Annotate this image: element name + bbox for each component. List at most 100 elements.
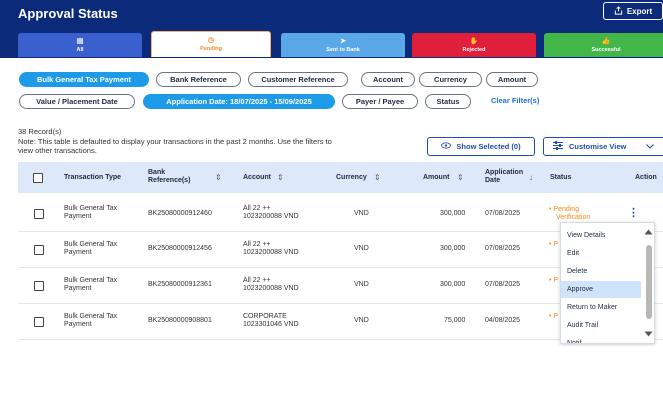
tab-successful[interactable]: 👍 Successful xyxy=(544,33,663,57)
row-checkbox[interactable] xyxy=(34,281,44,291)
filter-chip-customer-reference[interactable]: Customer Reference xyxy=(248,72,348,87)
cell-status: • P xyxy=(549,277,559,284)
export-button[interactable]: Export xyxy=(603,2,663,20)
tab-label: All xyxy=(76,46,84,53)
menu-item-edit[interactable]: Edit xyxy=(561,245,641,262)
cell-currency: VND xyxy=(354,281,369,288)
filter-chip-currency[interactable]: Currency xyxy=(419,72,482,87)
row-checkbox[interactable] xyxy=(34,245,44,255)
inbox-icon: ▤ xyxy=(76,37,84,45)
col-bank-reference[interactable]: Bank Reference(s) xyxy=(148,169,190,185)
tab-pending[interactable]: ◷ Pending xyxy=(151,31,271,57)
cell-transaction-type: Bulk General Tax Payment xyxy=(64,205,117,221)
filter-chip-application-date[interactable]: Application Date: 18/07/2025 - 15/09/202… xyxy=(143,94,335,109)
cell-amount: 75,000 xyxy=(444,317,466,324)
select-all-checkbox[interactable] xyxy=(33,173,43,183)
cell-currency: VND xyxy=(354,245,369,252)
menu-item-view-details[interactable]: View Details xyxy=(561,227,641,244)
col-label: Date xyxy=(485,177,501,184)
record-count: 38 Record(s) xyxy=(18,127,62,136)
cell-text: Payment xyxy=(64,285,92,292)
export-icon xyxy=(614,5,623,17)
table-note: Note: This table is defaulted to display… xyxy=(18,137,332,155)
row-checkbox[interactable] xyxy=(34,209,44,219)
menu-item-notifications[interactable]: Notif... xyxy=(561,335,641,343)
cell-text: 1023301046 VND xyxy=(243,321,299,328)
cell-text: 1023200088 VND xyxy=(243,213,299,220)
cell-account: All 22 ++ 1023200088 VND xyxy=(243,241,299,257)
cell-transaction-type: Bulk General Tax Payment xyxy=(64,241,117,257)
chevron-down-icon xyxy=(646,142,655,151)
sort-icon[interactable]: ⇕ xyxy=(277,173,284,182)
filter-chip-value-date[interactable]: Value / Placement Date xyxy=(19,94,135,109)
col-label: Reference(s) xyxy=(148,177,191,184)
cell-amount: 300,000 xyxy=(440,281,466,288)
menu-item-delete[interactable]: Delete xyxy=(561,263,641,280)
filter-chip-account[interactable]: Account xyxy=(361,72,415,87)
cell-bank-reference: BK25080000912460 xyxy=(148,210,212,217)
clear-filters-link[interactable]: Clear Filter(s) xyxy=(491,96,539,105)
action-menu: View Details Edit Delete Approve Return … xyxy=(560,222,655,344)
col-action: Action xyxy=(635,174,657,181)
tab-sent-to-bank[interactable]: ➤ Sent to Bank xyxy=(281,33,405,57)
cell-text: 1023200088 VND xyxy=(243,249,299,256)
cell-text: Payment xyxy=(64,213,92,220)
customise-view-button[interactable]: Customise View xyxy=(543,137,663,156)
page-header: Approval Status Export ▤ All ◷ Pending ➤… xyxy=(0,0,663,58)
customise-view-label: Customise View xyxy=(569,142,627,151)
cell-text: Payment xyxy=(64,249,92,256)
cell-text: Payment xyxy=(64,321,92,328)
scroll-up-icon[interactable] xyxy=(644,229,653,235)
cell-amount: 300,000 xyxy=(440,245,466,252)
cell-text: All 22 ++ xyxy=(243,277,271,284)
col-status: Status xyxy=(550,174,572,181)
cell-bank-reference: BK25080000912456 xyxy=(148,245,212,252)
col-transaction-type: Transaction Type xyxy=(64,174,122,181)
sort-desc-icon[interactable]: ↓ xyxy=(529,173,533,182)
status-tabs: ▤ All ◷ Pending ➤ Sent to Bank ✋ Rejecte… xyxy=(18,31,663,57)
row-checkbox[interactable] xyxy=(34,317,44,327)
cell-application-date: 07/08/2025 xyxy=(485,245,521,252)
col-amount[interactable]: Amount xyxy=(423,174,449,182)
cell-account: CORPORATE 1023301046 VND xyxy=(243,313,299,329)
table-header: Transaction Type Bank Reference(s) ⇕ Acc… xyxy=(18,162,663,193)
filter-chip-bank-reference[interactable]: Bank Reference xyxy=(156,72,241,87)
filter-chip-status[interactable]: Status xyxy=(425,94,471,109)
filter-chip-payer-payee[interactable]: Payer / Payee xyxy=(342,94,418,109)
cell-text: Bulk General Tax xyxy=(64,277,118,284)
tab-rejected[interactable]: ✋ Rejected xyxy=(412,33,536,57)
col-account[interactable]: Account xyxy=(243,174,271,182)
export-label: Export xyxy=(626,6,653,16)
scrollbar-thumb[interactable] xyxy=(646,245,652,319)
menu-scrollbar[interactable] xyxy=(643,227,653,341)
menu-item-return-to-maker[interactable]: Return to Maker xyxy=(561,299,641,316)
cell-application-date: 04/08/2025 xyxy=(485,317,521,324)
filter-chip-amount[interactable]: Amount xyxy=(486,72,538,87)
cell-account: All 22 ++ 1023200088 VND xyxy=(243,277,299,293)
sort-icon[interactable]: ⇕ xyxy=(374,173,381,182)
scroll-down-icon[interactable] xyxy=(644,331,653,337)
cell-application-date: 07/08/2025 xyxy=(485,210,521,217)
menu-item-approve[interactable]: Approve xyxy=(561,281,641,298)
sort-icon[interactable]: ⇕ xyxy=(457,173,464,182)
eye-icon xyxy=(441,142,452,151)
col-currency[interactable]: Currency xyxy=(336,174,367,182)
tab-all[interactable]: ▤ All xyxy=(18,33,142,57)
cell-text: 1023200088 VND xyxy=(243,285,299,292)
cell-text: CORPORATE xyxy=(243,313,287,320)
cell-currency: VND xyxy=(354,317,369,324)
cell-currency: VND xyxy=(354,210,369,217)
col-label: Application xyxy=(485,169,524,176)
cell-status: • P xyxy=(549,313,559,320)
show-selected-label: Show Selected (0) xyxy=(456,142,521,151)
page-title: Approval Status xyxy=(18,6,118,21)
status-text: Verification xyxy=(556,214,591,221)
more-actions-icon[interactable]: ⋮ xyxy=(628,206,639,219)
status-text: Pending xyxy=(553,206,580,213)
send-icon: ➤ xyxy=(340,37,346,45)
sort-icon[interactable]: ⇕ xyxy=(215,173,222,182)
filter-chip-transaction-type[interactable]: Bulk General Tax Payment xyxy=(19,72,149,87)
show-selected-button[interactable]: Show Selected (0) xyxy=(427,137,535,156)
col-application-date[interactable]: Application Date xyxy=(485,169,523,185)
menu-item-audit-trail[interactable]: Audit Trail xyxy=(561,317,641,334)
